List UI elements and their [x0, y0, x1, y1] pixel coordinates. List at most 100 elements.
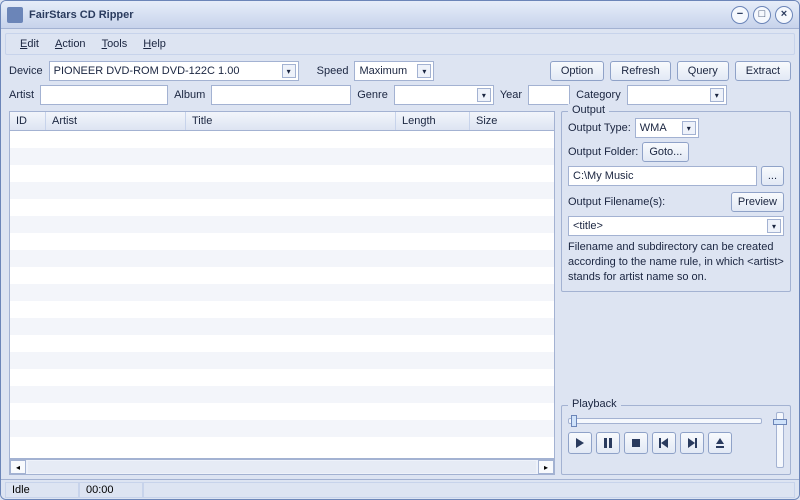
titlebar: FairStars CD Ripper − □ ×	[1, 1, 799, 29]
status-time: 00:00	[79, 482, 143, 498]
track-table-body[interactable]	[9, 131, 555, 459]
table-row	[10, 284, 554, 301]
output-group: Output Output Type: WMA ▾ Output Folder:…	[561, 111, 791, 292]
year-input[interactable]	[528, 85, 570, 105]
content-row: ID Artist Title Length Size	[1, 107, 799, 475]
device-label: Device	[9, 65, 43, 77]
device-select[interactable]: PIONEER DVD-ROM DVD-122C 1.00 ▾	[49, 61, 299, 81]
artist-input[interactable]	[40, 85, 168, 105]
filename-pattern-select[interactable]: <title> ▾	[568, 216, 784, 236]
status-spacer	[143, 482, 795, 498]
device-value: PIONEER DVD-ROM DVD-122C 1.00	[54, 65, 240, 77]
table-row	[10, 318, 554, 335]
filename-pattern-value: <title>	[573, 220, 603, 232]
table-row	[10, 335, 554, 352]
prev-button[interactable]	[652, 432, 676, 454]
album-input[interactable]	[211, 85, 351, 105]
menu-action[interactable]: Action	[49, 36, 92, 52]
seek-slider[interactable]	[568, 418, 762, 424]
volume-slider[interactable]	[776, 412, 784, 468]
col-size[interactable]: Size	[470, 112, 554, 130]
output-legend: Output	[568, 104, 609, 116]
col-length[interactable]: Length	[396, 112, 470, 130]
scroll-right-icon[interactable]: ▸	[538, 460, 554, 474]
table-row	[10, 233, 554, 250]
playback-group: Playback	[561, 405, 791, 475]
chevron-down-icon: ▾	[710, 88, 724, 102]
goto-button[interactable]: Goto...	[642, 142, 689, 162]
chevron-down-icon: ▾	[477, 88, 491, 102]
table-row	[10, 420, 554, 437]
menu-help[interactable]: Help	[137, 36, 172, 52]
output-type-label: Output Type:	[568, 122, 631, 134]
refresh-button[interactable]: Refresh	[610, 61, 671, 81]
output-type-value: WMA	[640, 122, 667, 134]
next-button[interactable]	[680, 432, 704, 454]
output-folder-label: Output Folder:	[568, 146, 638, 158]
table-row	[10, 301, 554, 318]
album-label: Album	[174, 89, 205, 101]
status-state: Idle	[5, 482, 79, 498]
category-select[interactable]: ▾	[627, 85, 727, 105]
col-title[interactable]: Title	[186, 112, 396, 130]
chevron-down-icon: ▾	[682, 121, 696, 135]
scroll-left-icon[interactable]: ◂	[10, 460, 26, 474]
scroll-track[interactable]	[28, 461, 536, 473]
chevron-down-icon: ▾	[767, 219, 781, 233]
app-window: FairStars CD Ripper − □ × Edit Action To…	[0, 0, 800, 500]
table-row	[10, 199, 554, 216]
chevron-down-icon: ▾	[282, 64, 296, 78]
browse-button[interactable]: ...	[761, 166, 784, 186]
device-toolbar: Device PIONEER DVD-ROM DVD-122C 1.00 ▾ S…	[1, 59, 799, 83]
side-pane: Output Output Type: WMA ▾ Output Folder:…	[561, 111, 791, 475]
seek-thumb[interactable]	[571, 415, 577, 427]
option-button[interactable]: Option	[550, 61, 604, 81]
col-artist[interactable]: Artist	[46, 112, 186, 130]
extract-button[interactable]: Extract	[735, 61, 791, 81]
track-table-header: ID Artist Title Length Size	[9, 111, 555, 131]
close-button[interactable]: ×	[775, 6, 793, 24]
volume-thumb[interactable]	[773, 419, 787, 425]
table-row	[10, 403, 554, 420]
menu-edit[interactable]: Edit	[14, 36, 45, 52]
table-row	[10, 386, 554, 403]
table-row	[10, 250, 554, 267]
table-row	[10, 216, 554, 233]
table-row	[10, 182, 554, 199]
app-icon	[7, 7, 23, 23]
table-row	[10, 165, 554, 182]
eject-button[interactable]	[708, 432, 732, 454]
output-folder-input[interactable]	[568, 166, 757, 186]
output-filename-label: Output Filename(s):	[568, 196, 665, 208]
genre-select[interactable]: ▾	[394, 85, 494, 105]
speed-value: Maximum	[359, 65, 407, 77]
statusbar: Idle 00:00	[1, 479, 799, 499]
menu-tools[interactable]: Tools	[96, 36, 134, 52]
year-label: Year	[500, 89, 522, 101]
menubar: Edit Action Tools Help	[5, 33, 795, 55]
maximize-button[interactable]: □	[753, 6, 771, 24]
table-row	[10, 369, 554, 386]
minimize-button[interactable]: −	[731, 6, 749, 24]
stop-button[interactable]	[624, 432, 648, 454]
output-type-select[interactable]: WMA ▾	[635, 118, 699, 138]
table-row	[10, 131, 554, 148]
filename-hint: Filename and subdirectory can be created…	[568, 240, 784, 285]
artist-label: Artist	[9, 89, 34, 101]
genre-label: Genre	[357, 89, 388, 101]
table-row	[10, 267, 554, 284]
preview-button[interactable]: Preview	[731, 192, 784, 212]
play-button[interactable]	[568, 432, 592, 454]
horizontal-scrollbar[interactable]: ◂ ▸	[9, 459, 555, 475]
chevron-down-icon: ▾	[417, 64, 431, 78]
playback-legend: Playback	[568, 398, 621, 410]
speed-label: Speed	[317, 65, 349, 77]
category-label: Category	[576, 89, 621, 101]
query-button[interactable]: Query	[677, 61, 729, 81]
speed-select[interactable]: Maximum ▾	[354, 61, 434, 81]
col-id[interactable]: ID	[10, 112, 46, 130]
table-row	[10, 352, 554, 369]
pause-button[interactable]	[596, 432, 620, 454]
table-row	[10, 148, 554, 165]
tags-toolbar: Artist Album Genre ▾ Year Category ▾	[1, 83, 799, 107]
